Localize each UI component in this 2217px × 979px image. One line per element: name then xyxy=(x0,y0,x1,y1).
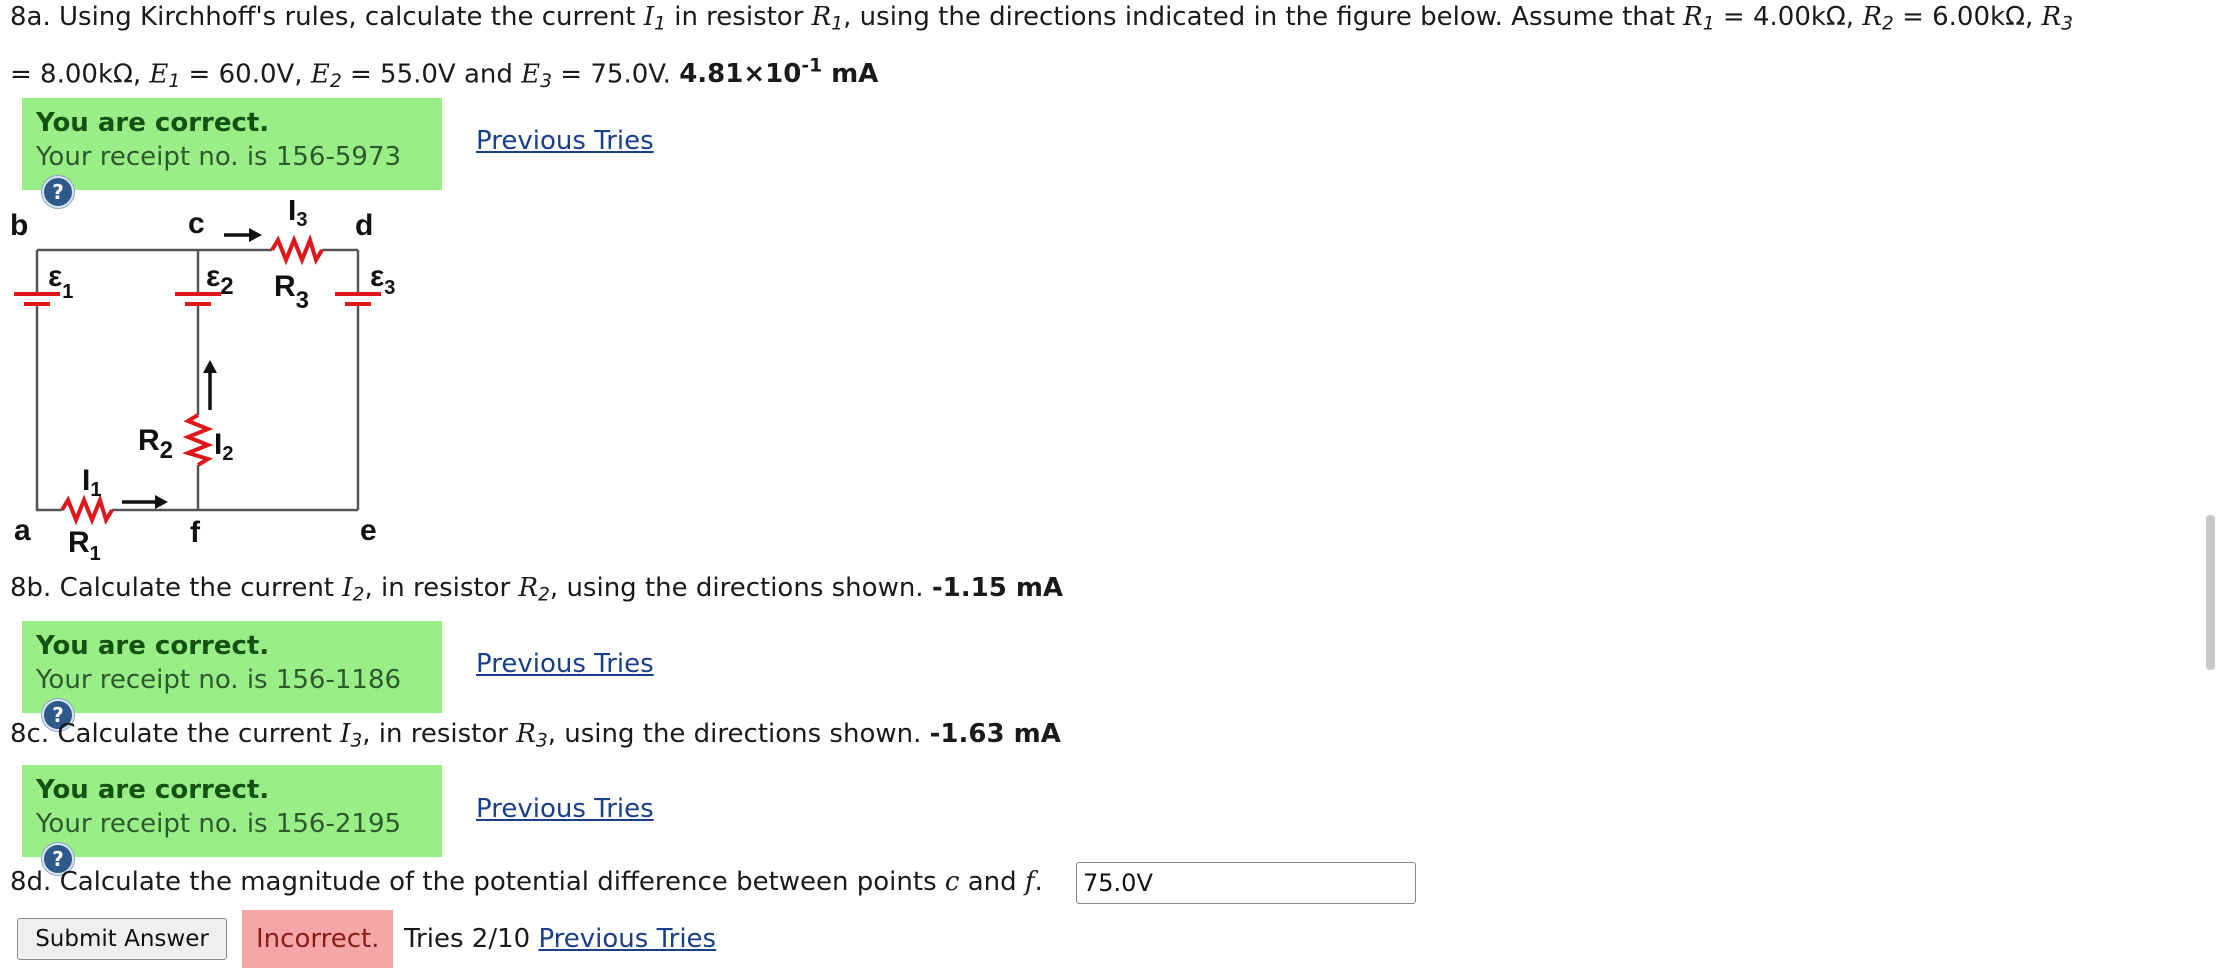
submit-answer-button[interactable]: Submit Answer xyxy=(17,918,227,960)
circuit-diagram: b c d a f e I3 ε1 ε2 R3 ε3 R2 I2 I1 R1 xyxy=(10,200,395,565)
previous-tries-link-8b[interactable]: Previous Tries xyxy=(476,649,654,679)
label-i3: I3 xyxy=(288,200,307,231)
label-i1: I1 xyxy=(82,464,101,501)
node-label-a: a xyxy=(14,514,31,547)
node-label-d: d xyxy=(355,209,373,242)
label-e1: ε1 xyxy=(48,260,73,303)
previous-tries-link-8d[interactable]: Previous Tries xyxy=(538,924,716,954)
label-i2: I2 xyxy=(214,428,233,465)
answer-8a: 4.81×10-1 mA xyxy=(679,56,879,90)
question-8c: 8c. Calculate the current I3, in resisto… xyxy=(10,719,1061,752)
node-label-f: f xyxy=(190,516,201,549)
feedback-correct-8b: You are correct. Your receipt no. is 156… xyxy=(22,621,442,731)
resistor-r2 xyxy=(181,413,214,467)
node-label-c: c xyxy=(188,207,205,240)
previous-tries-link-8a[interactable]: Previous Tries xyxy=(476,126,654,156)
question-8d: 8d. Calculate the magnitude of the poten… xyxy=(10,867,1043,897)
label-r3: R3 xyxy=(274,270,309,314)
page-scrollbar[interactable] xyxy=(2205,0,2217,979)
question-8a-line2: = 8.00kΩ, E1 = 60.0V, E2 = 55.0V and E3 … xyxy=(10,56,879,92)
node-label-b: b xyxy=(10,209,28,242)
label-r2: R2 xyxy=(138,424,173,464)
previous-tries-link-8c[interactable]: Previous Tries xyxy=(476,794,654,824)
receipt-text: Your receipt no. is 156-5973? xyxy=(36,140,430,208)
arrow-i3 xyxy=(224,228,262,242)
label-r1: R1 xyxy=(68,526,101,565)
arrow-i2 xyxy=(203,360,217,410)
feedback-title: You are correct. xyxy=(36,631,270,661)
question-8a-line1: 8a. Using Kirchhoff's rules, calculate t… xyxy=(10,2,2073,35)
question-8b: 8b. Calculate the current I2, in resisto… xyxy=(10,573,1064,606)
scrollbar-thumb[interactable] xyxy=(2206,515,2215,670)
feedback-title: You are correct. xyxy=(36,775,270,805)
feedback-correct-8c: You are correct. Your receipt no. is 156… xyxy=(22,765,442,875)
feedback-correct-8a: You are correct. Your receipt no. is 156… xyxy=(22,98,442,208)
arrow-i1 xyxy=(122,495,168,509)
battery-e2 xyxy=(175,292,221,306)
feedback-incorrect-badge: Incorrect. xyxy=(242,910,394,968)
resistor-r1 xyxy=(60,493,114,526)
answer-8c: -1.63 mA xyxy=(929,719,1061,749)
tries-counter: Tries 2/10 Previous Tries xyxy=(404,924,717,954)
answer-8b: -1.15 mA xyxy=(931,573,1064,603)
answer-input-8d[interactable] xyxy=(1076,862,1416,904)
resistor-r3 xyxy=(270,233,324,266)
wire-left-bottom xyxy=(35,306,62,512)
node-label-e: e xyxy=(360,514,377,547)
feedback-title: You are correct. xyxy=(36,108,270,138)
battery-e1 xyxy=(14,292,60,306)
battery-e3 xyxy=(335,292,381,306)
